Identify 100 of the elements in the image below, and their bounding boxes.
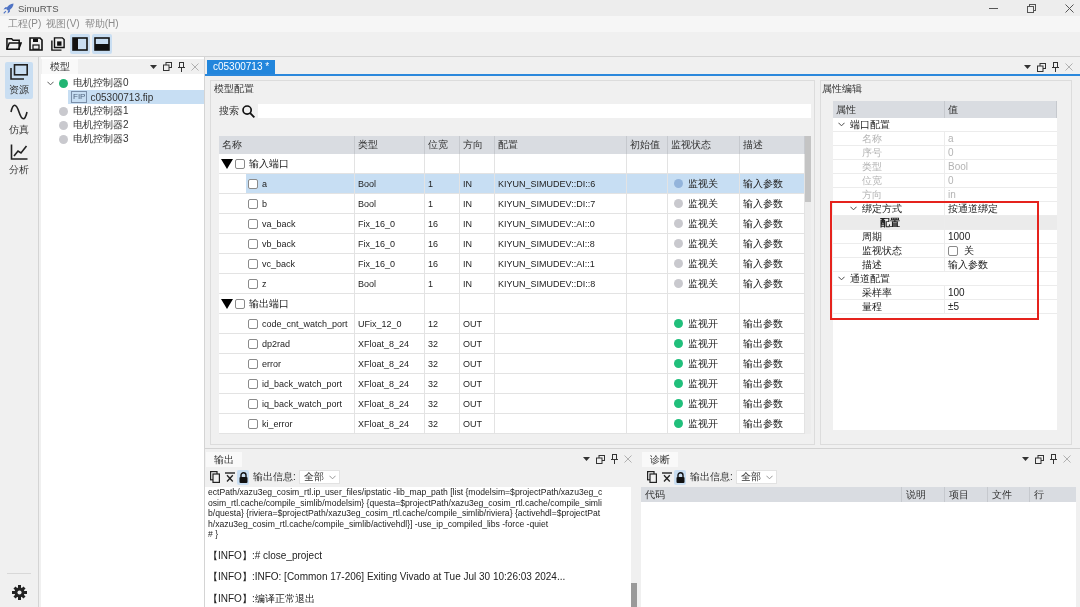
checkbox[interactable] [248,378,258,389]
port-row[interactable]: va_back Fix_16_0 16 IN KIYUN_SIMUDEV::AI::0 监视关 输入参数 [246,214,805,233]
menu-arrow-icon[interactable] [1022,457,1029,461]
checkbox[interactable] [248,358,258,369]
tree-item[interactable]: 电机控制器2 [44,118,204,132]
restore-icon[interactable] [1027,3,1036,13]
left-panel-toggle[interactable] [70,34,90,54]
port-row[interactable]: vc_back Fix_16_0 16 IN KIYUN_SIMUDEV::AI::1 监视关 输入参数 [246,254,805,273]
filter-dropdown[interactable]: 全部 [298,470,340,484]
column-header[interactable]: 配置 [495,136,627,154]
save-all-button[interactable] [48,34,68,54]
port-row[interactable]: a Bool 1 IN KIYUN_SIMUDEV::DI::6 监视关 输入参数 [246,174,805,193]
chevron-icon[interactable] [47,80,54,86]
property-row[interactable]: 监视状态 关 [833,244,1057,258]
checkbox[interactable] [248,178,258,189]
expand-triangle-icon[interactable] [221,158,233,169]
sidebar-tab[interactable]: 仿真 [5,102,33,139]
float-window-icon[interactable] [163,62,172,71]
copy-icon[interactable] [647,471,657,483]
expand-triangle-icon[interactable] [221,298,233,309]
port-row[interactable]: id_back_watch_port XFloat_8_24 32 OUT 监视开 输出参数 [246,374,805,393]
panel-tab[interactable]: 输出 [206,451,242,467]
checkbox[interactable] [248,398,258,409]
tree-item[interactable]: 电机控制器3 [44,132,204,146]
close-icon[interactable] [1065,3,1074,13]
menu-arrow-icon[interactable] [1024,65,1031,69]
column-header[interactable]: 行 [1030,487,1076,502]
lock-button[interactable] [237,469,249,485]
port-row[interactable]: iq_back_watch_port XFloat_8_24 32 OUT 监视开 输出参数 [246,394,805,413]
port-row[interactable]: ki_error XFloat_8_24 32 OUT 监视开 输出参数 [246,414,805,433]
float-window-icon[interactable] [1035,454,1044,464]
table-cell: OUT [460,374,495,393]
panel-tab[interactable]: 模型 [42,59,78,74]
minimize-icon[interactable] [989,7,998,9]
property-row[interactable]: 量程 ±5 [833,300,1057,314]
sidebar-tab[interactable]: 分析 [5,142,33,179]
property-row[interactable]: 周期 1000 [833,230,1057,244]
property-row[interactable]: 配置 [833,216,1057,230]
property-name: 类型 [862,159,882,174]
panel-tab[interactable]: 诊断 [642,451,678,467]
column-header[interactable]: 监视状态 [668,136,740,154]
log-line: 【INFO】:# close_project [208,549,323,562]
pin-icon[interactable] [1050,454,1057,464]
checkbox[interactable] [248,258,258,269]
pin-icon[interactable] [178,61,185,72]
table-cell: 32 [425,414,460,433]
chevron-icon[interactable] [838,122,845,127]
table-cell: Bool [355,274,425,293]
checkbox[interactable] [235,298,245,309]
checkbox[interactable] [248,198,258,209]
sidebar-tab[interactable]: 资源 [5,62,33,99]
checkbox[interactable] [235,158,245,169]
checkbox[interactable] [248,418,258,429]
port-row[interactable]: error XFloat_8_24 32 OUT 监视开 输出参数 [246,354,805,373]
filter-dropdown[interactable]: 全部 [735,470,777,484]
column-header[interactable]: 类型 [355,136,425,154]
tree-item[interactable]: FIP c05300713.fip [68,90,204,104]
tree-item[interactable]: 电机控制器1 [44,104,204,118]
tree-item[interactable]: 电机控制器0 [44,76,204,90]
save-button[interactable] [26,34,46,54]
column-header[interactable]: 代码 [641,487,902,502]
checkbox[interactable] [248,238,258,249]
port-row[interactable]: code_cnt_watch_port UFix_12_0 12 OUT 监视开 输出参数 [246,314,805,333]
menu-arrow-icon[interactable] [583,457,590,461]
document-tab[interactable]: c05300713 * [207,60,276,74]
scrollbar-thumb[interactable] [631,583,637,607]
port-row[interactable]: z Bool 1 IN KIYUN_SIMUDEV::DI::8 监视关 输入参数 [246,274,805,293]
property-row[interactable]: 描述 输入参数 [833,258,1057,272]
port-row[interactable]: b Bool 1 IN KIYUN_SIMUDEV::DI::7 监视关 输入参数 [246,194,805,213]
chevron-icon[interactable] [838,276,845,281]
port-row[interactable]: vb_back Fix_16_0 16 IN KIYUN_SIMUDEV::AI::8 监视关 输入参数 [246,234,805,253]
column-header[interactable]: 项目 [945,487,988,502]
clear-icon[interactable] [225,472,235,482]
port-name: a [262,178,267,189]
property-row[interactable]: 采样率 100 [833,286,1057,300]
column-header[interactable]: 名称 [219,136,355,154]
port-row[interactable]: dp2rad XFloat_8_24 32 OUT 监视开 输出参数 [246,334,805,353]
column-header[interactable]: 初始值 [627,136,668,154]
lock-button[interactable] [674,469,686,485]
float-window-icon[interactable] [1037,62,1046,72]
checkbox[interactable] [248,278,258,289]
chevron-icon[interactable] [850,206,857,211]
checkbox[interactable] [248,318,258,329]
search-icon[interactable] [242,104,255,118]
column-header[interactable]: 方向 [460,136,495,154]
column-header[interactable]: 位宽 [425,136,460,154]
scrollbar-thumb[interactable] [805,136,811,202]
pin-icon[interactable] [611,454,618,464]
clear-icon[interactable] [662,472,672,482]
checkbox[interactable] [948,245,958,256]
pin-icon[interactable] [1052,62,1059,72]
checkbox[interactable] [248,218,258,229]
gear-icon[interactable] [11,585,27,600]
checkbox[interactable] [248,338,258,349]
menu-arrow-icon[interactable] [150,64,157,69]
column-header[interactable]: 说明 [902,487,945,502]
column-header[interactable]: 文件 [988,487,1030,502]
copy-icon[interactable] [210,471,220,483]
float-window-icon[interactable] [596,454,605,464]
bottom-panel-toggle[interactable] [92,34,112,54]
